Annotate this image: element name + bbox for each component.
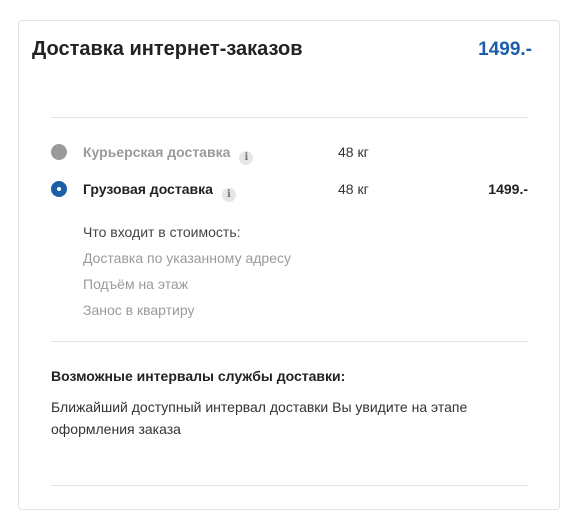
included-services: Что входит в стоимость: Доставка по указ… <box>83 219 291 323</box>
included-heading: Что входит в стоимость: <box>83 224 241 240</box>
courier-radio-button[interactable] <box>51 144 67 160</box>
info-icon[interactable]: i <box>221 188 236 202</box>
delivery-intervals-section: Возможные интервалы службы доставки: Бли… <box>51 366 528 440</box>
section-divider <box>51 341 528 342</box>
cargo-price: 1499.- <box>488 181 528 197</box>
intervals-text: Ближайший доступный интервал доставки Вы… <box>51 399 468 437</box>
delivery-header: Доставка интернет-заказов 1499.- <box>32 38 532 61</box>
delivery-total-price: 1499.- <box>478 39 532 60</box>
included-item: Подъём на этаж <box>83 276 189 292</box>
courier-weight: 48 кг <box>338 144 369 160</box>
cargo-weight: 48 кг <box>338 181 369 197</box>
included-item: Доставка по указанному адресу <box>83 250 291 266</box>
included-item: Занос в квартиру <box>83 302 195 318</box>
option-cargo-delivery[interactable]: Грузовая доставка i 48 кг 1499.- <box>51 180 528 202</box>
header-divider <box>51 117 528 118</box>
bottom-divider <box>51 485 528 486</box>
courier-label: Курьерская доставка <box>83 144 231 160</box>
delivery-title: Доставка интернет-заказов <box>32 38 303 60</box>
cargo-radio-button[interactable] <box>51 181 67 197</box>
cargo-label: Грузовая доставка <box>83 181 213 197</box>
intervals-title: Возможные интервалы службы доставки: <box>51 368 346 384</box>
info-icon[interactable]: i <box>239 151 254 165</box>
option-courier-delivery[interactable]: Курьерская доставка i 48 кг <box>51 143 528 165</box>
